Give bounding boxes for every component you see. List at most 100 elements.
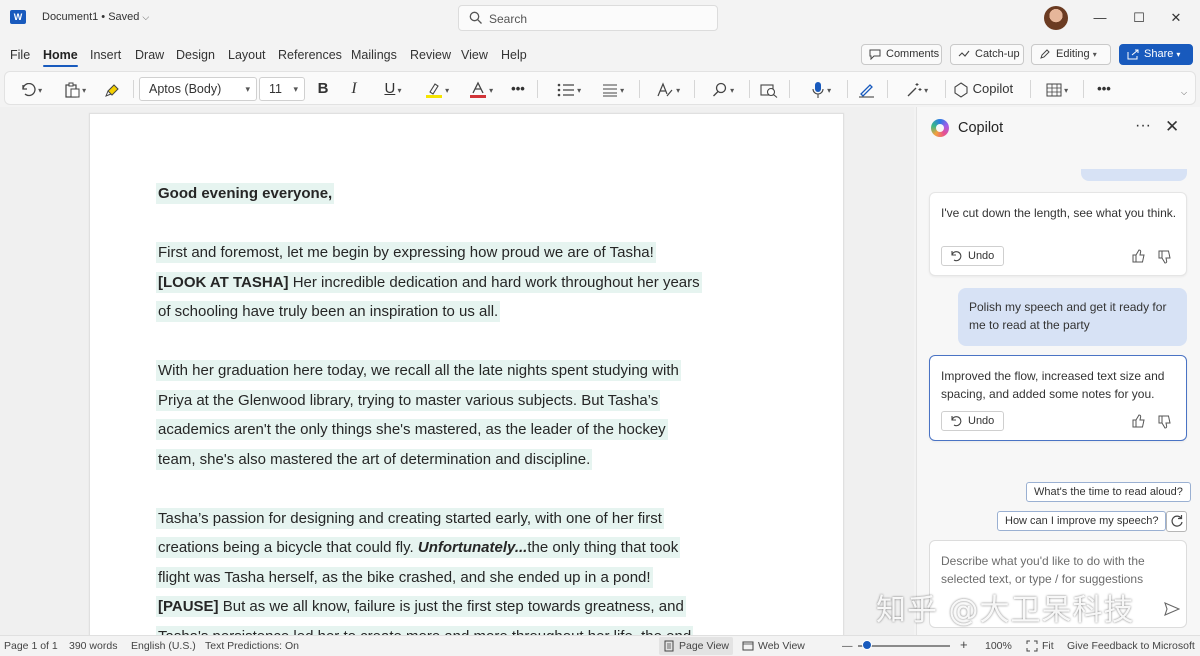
- tab-references[interactable]: References: [278, 48, 342, 62]
- document-line: academics aren't the only things she's m…: [156, 415, 716, 445]
- zoom-out-button[interactable]: —: [842, 640, 853, 652]
- thumbs-down-icon[interactable]: [1158, 415, 1172, 429]
- thumbs-down-icon[interactable]: [1158, 250, 1172, 264]
- page-count[interactable]: Page 1 of 1: [4, 640, 58, 652]
- bullets-button[interactable]: ▾: [551, 78, 587, 100]
- editing-mode-button[interactable]: Editing ▾: [1031, 44, 1111, 65]
- divider: [694, 80, 695, 98]
- status-bar: Page 1 of 1 390 words English (U.S.) Tex…: [0, 635, 1200, 656]
- copilot-ribbon-button[interactable]: Copilot: [953, 78, 1021, 100]
- divider: [1083, 80, 1084, 98]
- reuse-files-button[interactable]: [757, 78, 781, 100]
- selected-text-highlight: creations being a bicycle that could fly…: [156, 537, 681, 558]
- previous-user-message: [1081, 169, 1187, 181]
- font-name-select[interactable]: Aptos (Body) ▾: [139, 77, 257, 101]
- font-size-select[interactable]: 11 ▾: [259, 77, 305, 101]
- fit-button[interactable]: Fit: [1022, 637, 1054, 655]
- document-line: flight was Tasha herself, as the bike cr…: [156, 563, 716, 593]
- zoom-in-button[interactable]: +: [960, 637, 968, 652]
- refresh-suggestions-button[interactable]: [1166, 511, 1187, 532]
- more-font-options-button[interactable]: •••: [507, 78, 529, 100]
- copilot-response-card-active: Improved the flow, increased text size a…: [929, 355, 1187, 441]
- tab-view[interactable]: View: [461, 48, 488, 62]
- page-view-icon: [664, 640, 674, 652]
- undo-button[interactable]: Undo: [941, 411, 1004, 431]
- chevron-down-icon: ⌵: [1180, 88, 1188, 97]
- search-box[interactable]: [458, 5, 718, 31]
- document-page[interactable]: Good evening everyone, First and foremost…: [89, 113, 844, 635]
- suggestion-chip[interactable]: How can I improve my speech?: [997, 511, 1167, 531]
- share-button[interactable]: Share ▾: [1119, 44, 1193, 65]
- bold-button[interactable]: B: [314, 78, 332, 100]
- web-view-button[interactable]: Web View: [738, 637, 805, 655]
- close-pane-button[interactable]: ✕: [1165, 117, 1179, 137]
- editor-button[interactable]: [855, 78, 879, 100]
- paste-button[interactable]: ▾: [57, 78, 93, 100]
- highlight-color-button[interactable]: ▾: [419, 78, 455, 100]
- text-run: With her graduation here today, we recal…: [158, 362, 679, 379]
- format-painter-button[interactable]: [101, 78, 125, 100]
- thumbs-up-icon[interactable]: [1132, 249, 1146, 263]
- selected-text-highlight: First and foremost, let me begin by expr…: [156, 242, 656, 263]
- tab-draw[interactable]: Draw: [135, 48, 164, 62]
- document-title[interactable]: Document1 • Saved ⌵: [42, 11, 149, 23]
- align-button[interactable]: ▾: [595, 78, 631, 100]
- text-run: [LOOK AT TASHA]: [158, 273, 289, 291]
- undo-button[interactable]: ▾: [13, 78, 49, 100]
- pencil-icon: [1040, 49, 1050, 59]
- feedback-link[interactable]: Give Feedback to Microsoft: [1067, 640, 1195, 652]
- catch-up-button[interactable]: Catch-up: [950, 44, 1024, 65]
- word-icon[interactable]: W: [10, 10, 26, 24]
- search-input[interactable]: [489, 10, 689, 27]
- text-run: Unfortunately...: [417, 539, 528, 556]
- avatar[interactable]: [1044, 6, 1068, 30]
- designer-button[interactable]: ▾: [899, 78, 935, 100]
- tab-layout[interactable]: Layout: [228, 48, 266, 62]
- copilot-response-text: Improved the flow, increased text size a…: [941, 369, 1165, 401]
- suggestion-chip[interactable]: What's the time to read aloud?: [1026, 482, 1191, 502]
- dictate-button[interactable]: ▾: [803, 78, 839, 100]
- copilot-response-text: I've cut down the length, see what you t…: [941, 206, 1177, 220]
- close-button[interactable]: ✕: [1166, 8, 1186, 28]
- collapse-ribbon-button[interactable]: ⌵: [1177, 80, 1191, 102]
- tab-review[interactable]: Review: [410, 48, 451, 62]
- tab-design[interactable]: Design: [176, 48, 215, 62]
- text-predictions-status[interactable]: Text Predictions: On: [205, 640, 299, 652]
- selected-text-highlight: [PAUSE] But as we all know, failure is j…: [156, 596, 686, 617]
- text-run: Good evening everyone,: [158, 185, 333, 202]
- tab-insert[interactable]: Insert: [90, 48, 121, 62]
- chevron-down-icon: ▾: [617, 86, 625, 95]
- document-body[interactable]: Good evening everyone, First and foremost…: [156, 179, 716, 635]
- divider: [945, 80, 946, 98]
- underline-button[interactable]: U ▾: [375, 78, 411, 100]
- selected-text-highlight: flight was Tasha herself, as the bike cr…: [156, 566, 653, 588]
- more-options-icon[interactable]: ···: [1135, 117, 1151, 135]
- tab-home[interactable]: Home: [43, 48, 78, 67]
- maximize-button[interactable]: ☐: [1129, 8, 1149, 28]
- minimize-button[interactable]: —: [1090, 8, 1110, 28]
- thumbs-up-icon[interactable]: [1132, 414, 1146, 428]
- document-line: Good evening everyone,: [156, 179, 716, 209]
- page-view-button[interactable]: Page View: [659, 637, 734, 655]
- comments-button[interactable]: Comments: [861, 44, 942, 65]
- chevron-down-icon: ▾: [293, 84, 298, 94]
- tab-mailings[interactable]: Mailings: [351, 48, 397, 62]
- zoom-level[interactable]: 100%: [985, 640, 1012, 652]
- send-icon[interactable]: [1164, 601, 1180, 617]
- zoom-slider-handle[interactable]: [862, 640, 873, 650]
- italic-button[interactable]: I: [345, 78, 363, 100]
- word-count[interactable]: 390 words: [69, 640, 117, 652]
- undo-button[interactable]: Undo: [941, 246, 1004, 266]
- chevron-down-icon: ⌵: [142, 12, 150, 22]
- styles-button[interactable]: ▾: [650, 78, 686, 100]
- editor-pen-icon: [859, 83, 874, 98]
- tab-file[interactable]: File: [10, 48, 30, 62]
- refresh-icon: [1171, 515, 1183, 527]
- text-run: Tasha's persistence led her to create mo…: [158, 628, 691, 636]
- view-options-button[interactable]: ▾: [1039, 78, 1075, 100]
- more-options-button[interactable]: •••: [1093, 78, 1115, 100]
- language-indicator[interactable]: English (U.S.): [131, 640, 196, 652]
- tab-help[interactable]: Help: [501, 48, 527, 62]
- find-button[interactable]: ▾: [705, 78, 741, 100]
- font-color-button[interactable]: ▾: [463, 78, 499, 100]
